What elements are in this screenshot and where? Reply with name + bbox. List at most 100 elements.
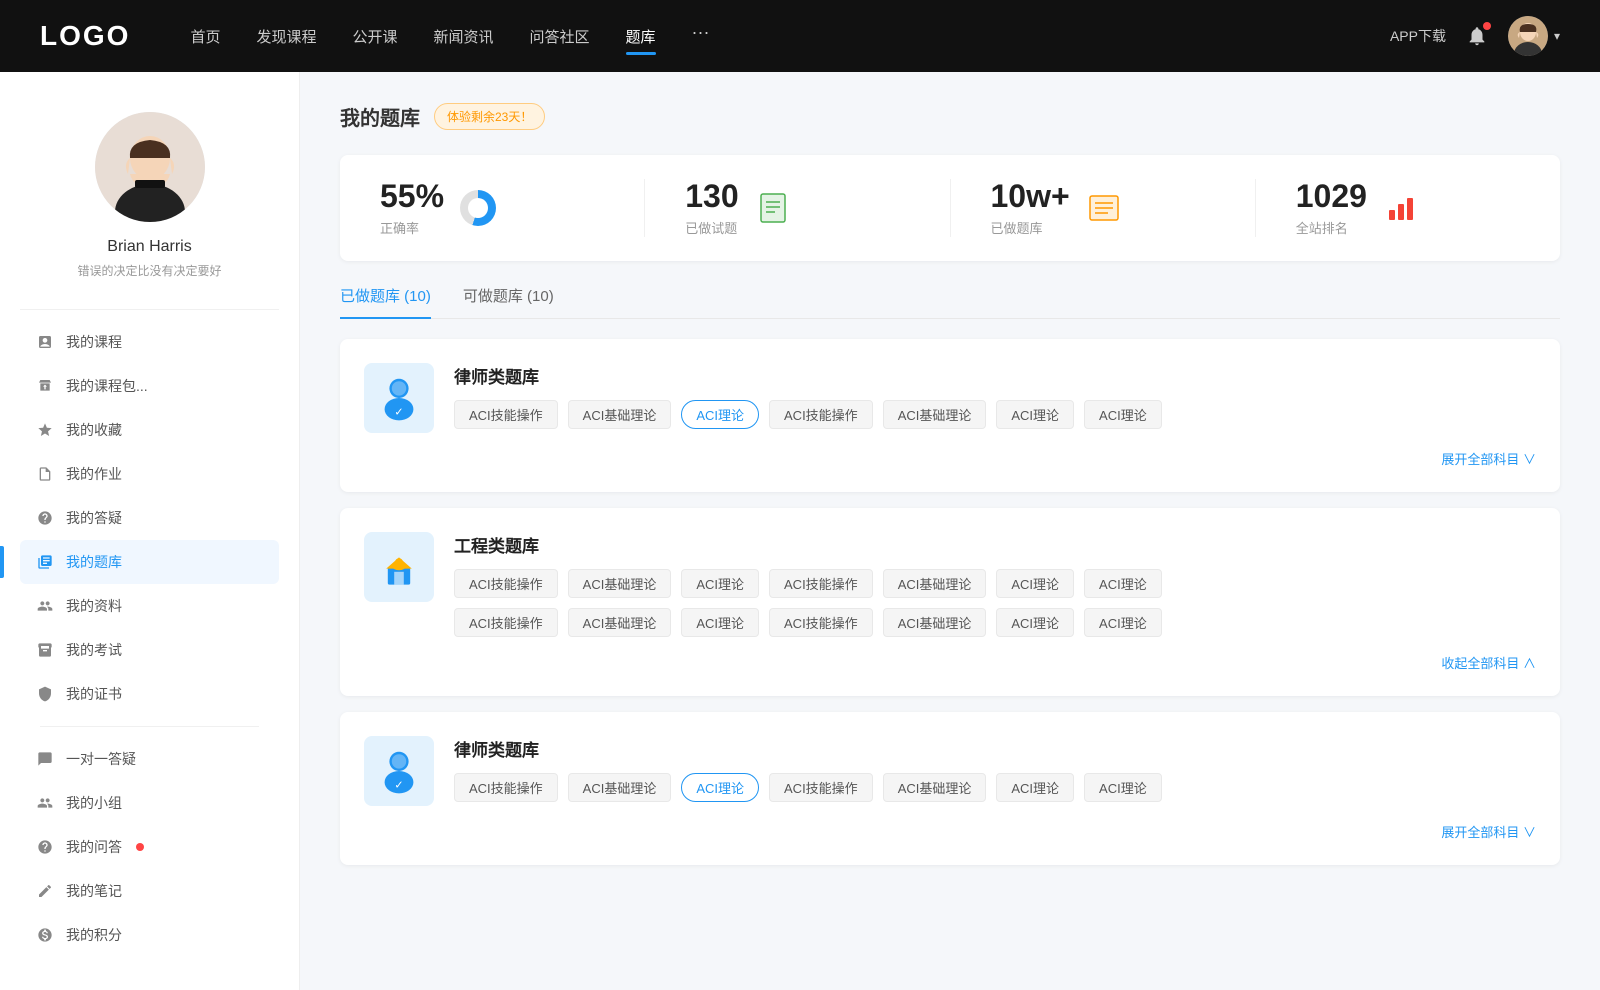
sidebar-item-qbank-label: 我的题库 [66,552,122,572]
law2-tag-0[interactable]: ACI技能操作 [454,773,558,802]
qbank-header-lawyer-2: ✓ 律师类题库 ACI技能操作 ACI基础理论 ACI理论 ACI技能操作 AC… [364,736,1536,806]
sidebar-item-certificate[interactable]: 我的证书 [20,672,279,716]
lawyer-icon-2: ✓ [364,736,434,806]
collapse-link-engineer[interactable]: 收起全部科目 ∧ [364,653,1536,672]
stat-accuracy-number: 55% [380,179,444,214]
avatar [1508,16,1548,56]
eng-tag-r1-3[interactable]: ACI技能操作 [769,569,873,598]
sidebar-item-group[interactable]: 我的小组 [20,781,279,825]
expand-link-lawyer-1[interactable]: 展开全部科目 ∨ [364,449,1536,468]
sidebar-item-exam[interactable]: 我的考试 [20,628,279,672]
list-icon [1086,190,1122,226]
eng-tag-r2-2[interactable]: ACI理论 [681,608,759,637]
stat-accuracy-text: 55% 正确率 [380,179,444,237]
nav-opencourse[interactable]: 公开课 [352,22,397,51]
tag-0[interactable]: ACI技能操作 [454,400,558,429]
app-download-button[interactable]: APP下载 [1390,26,1446,46]
eng-tag-r2-5[interactable]: ACI理论 [996,608,1074,637]
tab-available-banks[interactable]: 可做题库 (10) [463,285,554,318]
sidebar-item-course-label: 我的课程 [66,332,122,352]
stat-done-questions: 130 已做试题 [645,179,950,237]
tag-1[interactable]: ACI基础理论 [568,400,672,429]
stat-rank: 1029 全站排名 [1256,179,1560,237]
stat-rank-number: 1029 [1296,179,1367,214]
sidebar-item-points[interactable]: 我的积分 [20,913,279,957]
eng-tag-r1-6[interactable]: ACI理论 [1084,569,1162,598]
eng-tag-r1-2[interactable]: ACI理论 [681,569,759,598]
chevron-down-icon: ▾ [1554,29,1560,43]
myqa-badge [136,843,144,851]
sidebar-item-course[interactable]: 我的课程 [20,320,279,364]
sidebar-item-oneonone[interactable]: 一对一答疑 [20,737,279,781]
navbar: LOGO 首页 发现课程 公开课 新闻资讯 问答社区 题库 ··· APP下载 [0,0,1600,72]
svg-text:✓: ✓ [394,780,403,792]
nav-qbank[interactable]: 题库 [626,22,656,51]
sidebar-item-qbank[interactable]: 我的题库 [20,540,279,584]
law2-tag-3[interactable]: ACI技能操作 [769,773,873,802]
notification-bell[interactable] [1466,25,1488,47]
eng-tag-r2-1[interactable]: ACI基础理论 [568,608,672,637]
nav-discover[interactable]: 发现课程 [256,22,316,51]
eng-tag-r1-1[interactable]: ACI基础理论 [568,569,672,598]
lawyer-icon: ✓ [364,363,434,433]
material-icon [36,597,54,615]
nav-home[interactable]: 首页 [190,22,220,51]
note-icon [36,882,54,900]
stat-rank-label: 全站排名 [1296,218,1367,237]
sidebar-divider-2 [40,726,259,727]
tags-row-lawyer-2: ACI技能操作 ACI基础理论 ACI理论 ACI技能操作 ACI基础理论 AC… [454,773,1162,802]
svg-text:✓: ✓ [394,407,403,419]
eng-tag-r2-4[interactable]: ACI基础理论 [883,608,987,637]
law2-tag-2-active[interactable]: ACI理论 [681,773,759,802]
question-icon [36,509,54,527]
doc-icon [755,190,791,226]
nav-more[interactable]: ··· [692,22,710,51]
law2-tag-4[interactable]: ACI基础理论 [883,773,987,802]
stat-done-banks: 10w+ 已做题库 [951,179,1256,237]
sidebar-item-notes[interactable]: 我的笔记 [20,869,279,913]
law2-tag-6[interactable]: ACI理论 [1084,773,1162,802]
sidebar-item-package[interactable]: 我的课程包... [20,364,279,408]
law2-tag-1[interactable]: ACI基础理论 [568,773,672,802]
accuracy-pie-icon [460,190,496,226]
sidebar-item-myqa[interactable]: 我的问答 [20,825,279,869]
eng-tag-r2-0[interactable]: ACI技能操作 [454,608,558,637]
sidebar-item-package-label: 我的课程包... [66,376,148,396]
tab-done-banks[interactable]: 已做题库 (10) [340,285,431,318]
sidebar-item-favorites[interactable]: 我的收藏 [20,408,279,452]
sidebar-item-homework[interactable]: 我的作业 [20,452,279,496]
eng-tag-r2-6[interactable]: ACI理论 [1084,608,1162,637]
law2-tag-5[interactable]: ACI理论 [996,773,1074,802]
tag-2-active[interactable]: ACI理论 [681,400,759,429]
nav-qa[interactable]: 问答社区 [530,22,590,51]
eng-tag-r1-5[interactable]: ACI理论 [996,569,1074,598]
tag-5[interactable]: ACI理论 [996,400,1074,429]
stat-done-label: 已做试题 [685,218,738,237]
eng-tag-r2-3[interactable]: ACI技能操作 [769,608,873,637]
qbank-title-engineer: 工程类题库 [454,532,1162,557]
sidebar-item-oneonone-label: 一对一答疑 [66,749,136,769]
nav-news[interactable]: 新闻资讯 [434,22,494,51]
page-header: 我的题库 体验剩余23天！ [340,102,1560,131]
sidebar-item-material[interactable]: 我的资料 [20,584,279,628]
profile-motto: 错误的决定比没有决定要好 [77,262,221,279]
group-icon [36,794,54,812]
stat-banks-number: 10w+ [991,179,1070,214]
expand-link-lawyer-2[interactable]: 展开全部科目 ∨ [364,822,1536,841]
qbank-title-area-lawyer-2: 律师类题库 ACI技能操作 ACI基础理论 ACI理论 ACI技能操作 ACI基… [454,736,1162,802]
tag-3[interactable]: ACI技能操作 [769,400,873,429]
tag-4[interactable]: ACI基础理论 [883,400,987,429]
trial-badge: 体验剩余23天！ [434,103,545,130]
eng-tag-r1-0[interactable]: ACI技能操作 [454,569,558,598]
sidebar-item-qa-mine[interactable]: 我的答疑 [20,496,279,540]
points-icon [36,926,54,944]
sidebar-item-group-label: 我的小组 [66,793,122,813]
tag-6[interactable]: ACI理论 [1084,400,1162,429]
eng-tag-r1-4[interactable]: ACI基础理论 [883,569,987,598]
stat-accuracy: 55% 正确率 [340,179,645,237]
tags-row-lawyer-1: ACI技能操作 ACI基础理论 ACI理论 ACI技能操作 ACI基础理论 AC… [454,400,1162,429]
stats-bar: 55% 正确率 130 已做试题 [340,155,1560,261]
star-icon [36,421,54,439]
stat-rank-text: 1029 全站排名 [1296,179,1367,237]
user-avatar-menu[interactable]: ▾ [1508,16,1560,56]
